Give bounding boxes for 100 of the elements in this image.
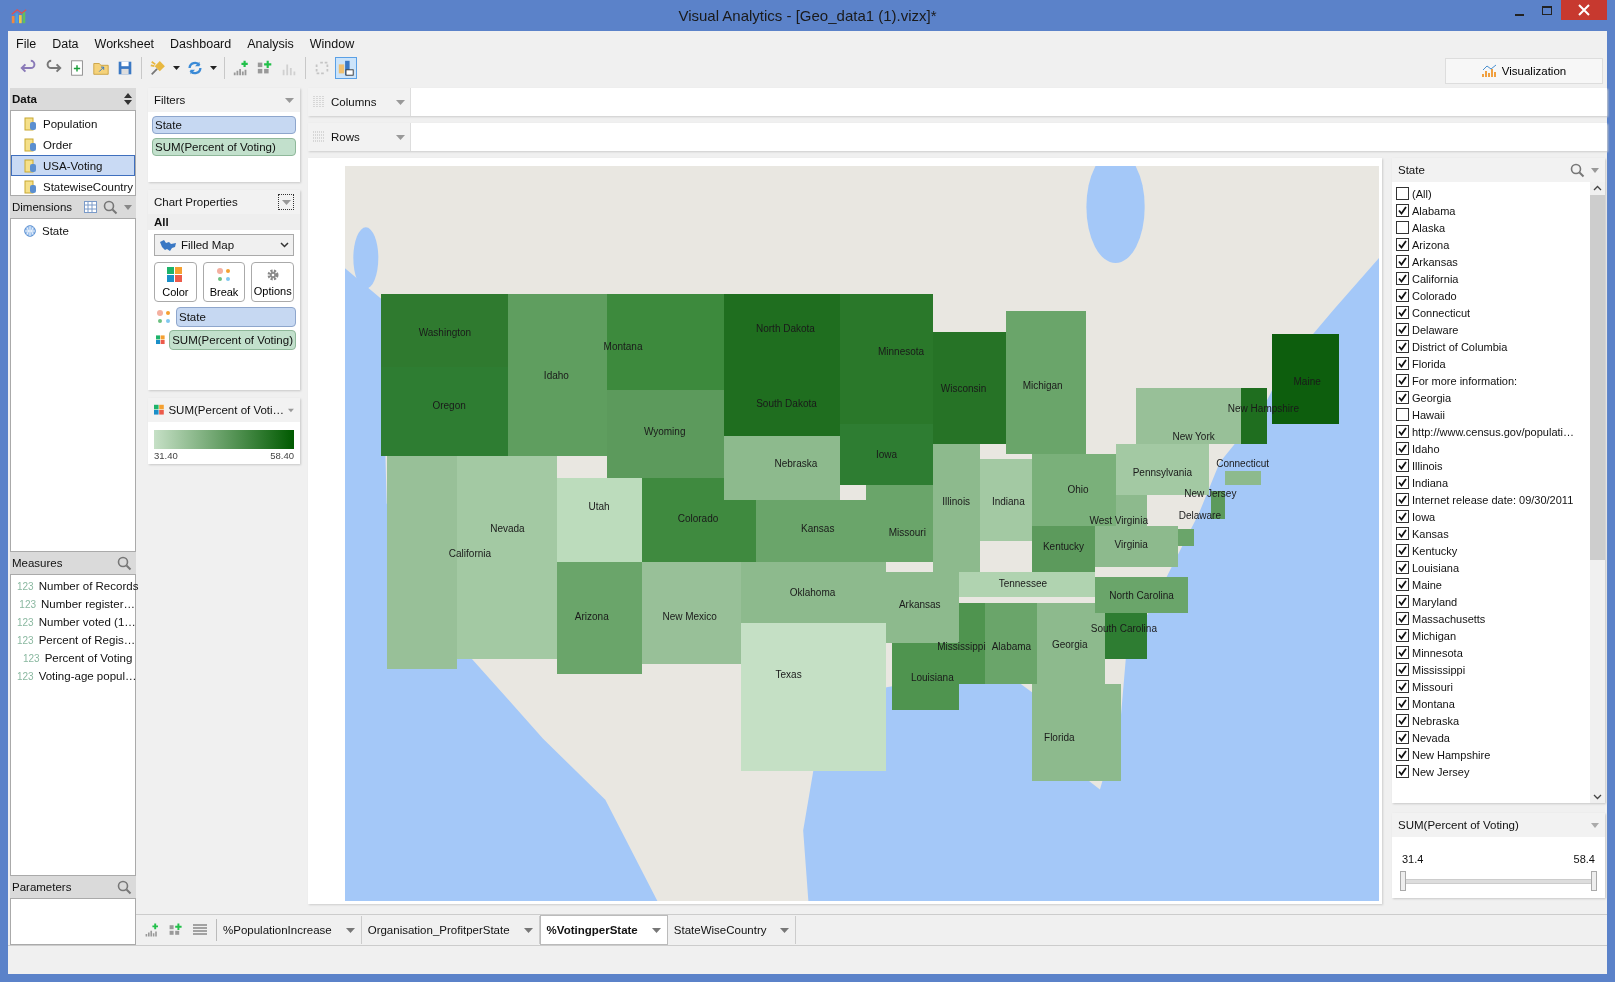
checkbox[interactable] — [1396, 374, 1409, 387]
filter-option[interactable]: Delaware — [1396, 321, 1590, 338]
slider-handle[interactable] — [1591, 871, 1597, 891]
sheet-tab[interactable]: %VotingperState — [539, 915, 668, 945]
checkbox[interactable] — [1396, 340, 1409, 353]
dropdown-icon[interactable] — [780, 927, 790, 933]
state-region[interactable] — [959, 571, 1095, 598]
checkbox[interactable] — [1396, 493, 1409, 506]
filter-option[interactable]: Alaska — [1396, 219, 1590, 236]
sheet-tab[interactable]: StateWiseCountry — [667, 916, 797, 944]
checkbox[interactable] — [1396, 442, 1409, 455]
scrollbar[interactable] — [1590, 182, 1605, 803]
checkbox[interactable] — [1396, 425, 1409, 438]
slider-handle[interactable] — [1400, 871, 1406, 891]
filter-option[interactable]: Idaho — [1396, 440, 1590, 457]
dropdown-icon[interactable] — [288, 407, 294, 413]
filter-option[interactable]: Connecticut — [1396, 304, 1590, 321]
encoding-pill[interactable]: SUM(Percent of Voting) — [169, 330, 296, 350]
state-region[interactable] — [1032, 525, 1095, 572]
filter-pill[interactable]: State — [152, 116, 296, 134]
add-grid-icon[interactable] — [168, 922, 184, 938]
checkbox[interactable] — [1396, 527, 1409, 540]
break-button[interactable]: Break — [202, 262, 246, 302]
filter-option[interactable]: Mississippi — [1396, 661, 1590, 678]
filter-pill[interactable]: SUM(Percent of Voting) — [152, 138, 296, 156]
sheet-tab[interactable]: %PopulationIncrease — [217, 916, 362, 944]
checkbox[interactable] — [1396, 272, 1409, 285]
chart-type-dropdown[interactable]: Filled Map — [154, 234, 294, 256]
measure-item[interactable]: 123 Number voted (1… — [11, 613, 135, 631]
sort-icon[interactable] — [124, 93, 132, 105]
dropdown-icon[interactable] — [285, 97, 294, 103]
dropdown-icon[interactable] — [1591, 167, 1599, 173]
checkbox[interactable] — [1396, 459, 1409, 472]
checkbox[interactable] — [1396, 476, 1409, 489]
checkbox[interactable] — [1396, 765, 1409, 778]
checkbox[interactable] — [1396, 612, 1409, 625]
filter-option[interactable]: California — [1396, 270, 1590, 287]
filter-option[interactable]: District of Columbia — [1396, 338, 1590, 355]
filter-option[interactable]: Colorado — [1396, 287, 1590, 304]
dropdown-icon[interactable] — [396, 134, 405, 140]
visualization-button[interactable]: Visualization — [1445, 58, 1603, 84]
menu-item[interactable]: Worksheet — [94, 37, 155, 51]
checkbox[interactable] — [1396, 255, 1409, 268]
filter-option[interactable]: For more information: — [1396, 372, 1590, 389]
filter-option[interactable]: Indiana — [1396, 474, 1590, 491]
filter-option[interactable]: http://www.census.gov/populati… — [1396, 423, 1590, 440]
chevron-up-icon[interactable] — [1593, 185, 1602, 191]
checkbox[interactable] — [1396, 510, 1409, 523]
checkbox[interactable] — [1396, 663, 1409, 676]
search-icon[interactable] — [117, 555, 132, 571]
checkbox[interactable] — [1396, 238, 1409, 251]
filter-option[interactable]: Florida — [1396, 355, 1590, 372]
checkbox[interactable] — [1396, 204, 1409, 217]
dropdown-icon[interactable] — [124, 204, 132, 210]
filter-option[interactable]: Georgia — [1396, 389, 1590, 406]
filter-option[interactable]: Nevada — [1396, 729, 1590, 746]
filter-option[interactable]: New Hampshire — [1396, 746, 1590, 763]
dropdown-icon[interactable] — [651, 927, 661, 933]
menu-item[interactable]: Analysis — [247, 37, 294, 51]
filter-option[interactable]: Michigan — [1396, 627, 1590, 644]
range-slider[interactable] — [1400, 871, 1597, 891]
layout-icon-button[interactable] — [335, 57, 357, 79]
checkbox[interactable] — [1396, 748, 1409, 761]
menu-item[interactable]: File — [16, 37, 37, 51]
filter-option[interactable]: Montana — [1396, 695, 1590, 712]
data-source-item[interactable]: StatewiseCountry — [11, 176, 135, 197]
menu-item[interactable]: Data — [52, 37, 79, 51]
checkbox[interactable] — [1396, 306, 1409, 319]
data-source-item[interactable]: Order — [11, 134, 135, 155]
filter-option[interactable]: Alabama — [1396, 202, 1590, 219]
data-source-item[interactable]: Population — [11, 113, 135, 134]
filter-option[interactable]: Massachusetts — [1396, 610, 1590, 627]
data-source-item[interactable]: USA-Voting — [11, 155, 135, 176]
measure-item[interactable]: 123 Percent of Regis… — [11, 631, 135, 649]
filter-option[interactable]: Nebraska — [1396, 712, 1590, 729]
checkbox[interactable] — [1396, 680, 1409, 693]
measure-item[interactable]: 123 Voting-age popul… — [11, 667, 135, 685]
sheet-tab[interactable]: Organisation_ProfitperState — [361, 916, 540, 944]
filter-option[interactable]: Maine — [1396, 576, 1590, 593]
checkbox[interactable] — [1396, 697, 1409, 710]
checkbox[interactable] — [1396, 714, 1409, 727]
checkbox[interactable] — [1396, 323, 1409, 336]
checkbox[interactable] — [1396, 187, 1409, 200]
filter-option[interactable]: Missouri — [1396, 678, 1590, 695]
rows-shelf[interactable]: Rows — [308, 123, 1607, 151]
filter-option[interactable]: (All) — [1396, 185, 1590, 202]
color-button[interactable]: Color — [154, 262, 197, 302]
dropdown-icon[interactable] — [1591, 822, 1599, 828]
checkbox[interactable] — [1396, 561, 1409, 574]
checkbox[interactable] — [1396, 391, 1409, 404]
state-region[interactable] — [1094, 576, 1189, 613]
chevron-down-icon[interactable] — [1593, 794, 1602, 800]
checkbox[interactable] — [1396, 289, 1409, 302]
checkbox[interactable] — [1396, 578, 1409, 591]
checkbox[interactable] — [1396, 357, 1409, 370]
list-icon[interactable] — [192, 923, 208, 937]
dimension-item[interactable]: State — [11, 221, 135, 240]
menu-item[interactable]: Window — [309, 37, 355, 51]
encoding-pill[interactable]: State — [176, 307, 296, 327]
measure-item[interactable]: 123 Number register… — [11, 595, 135, 613]
